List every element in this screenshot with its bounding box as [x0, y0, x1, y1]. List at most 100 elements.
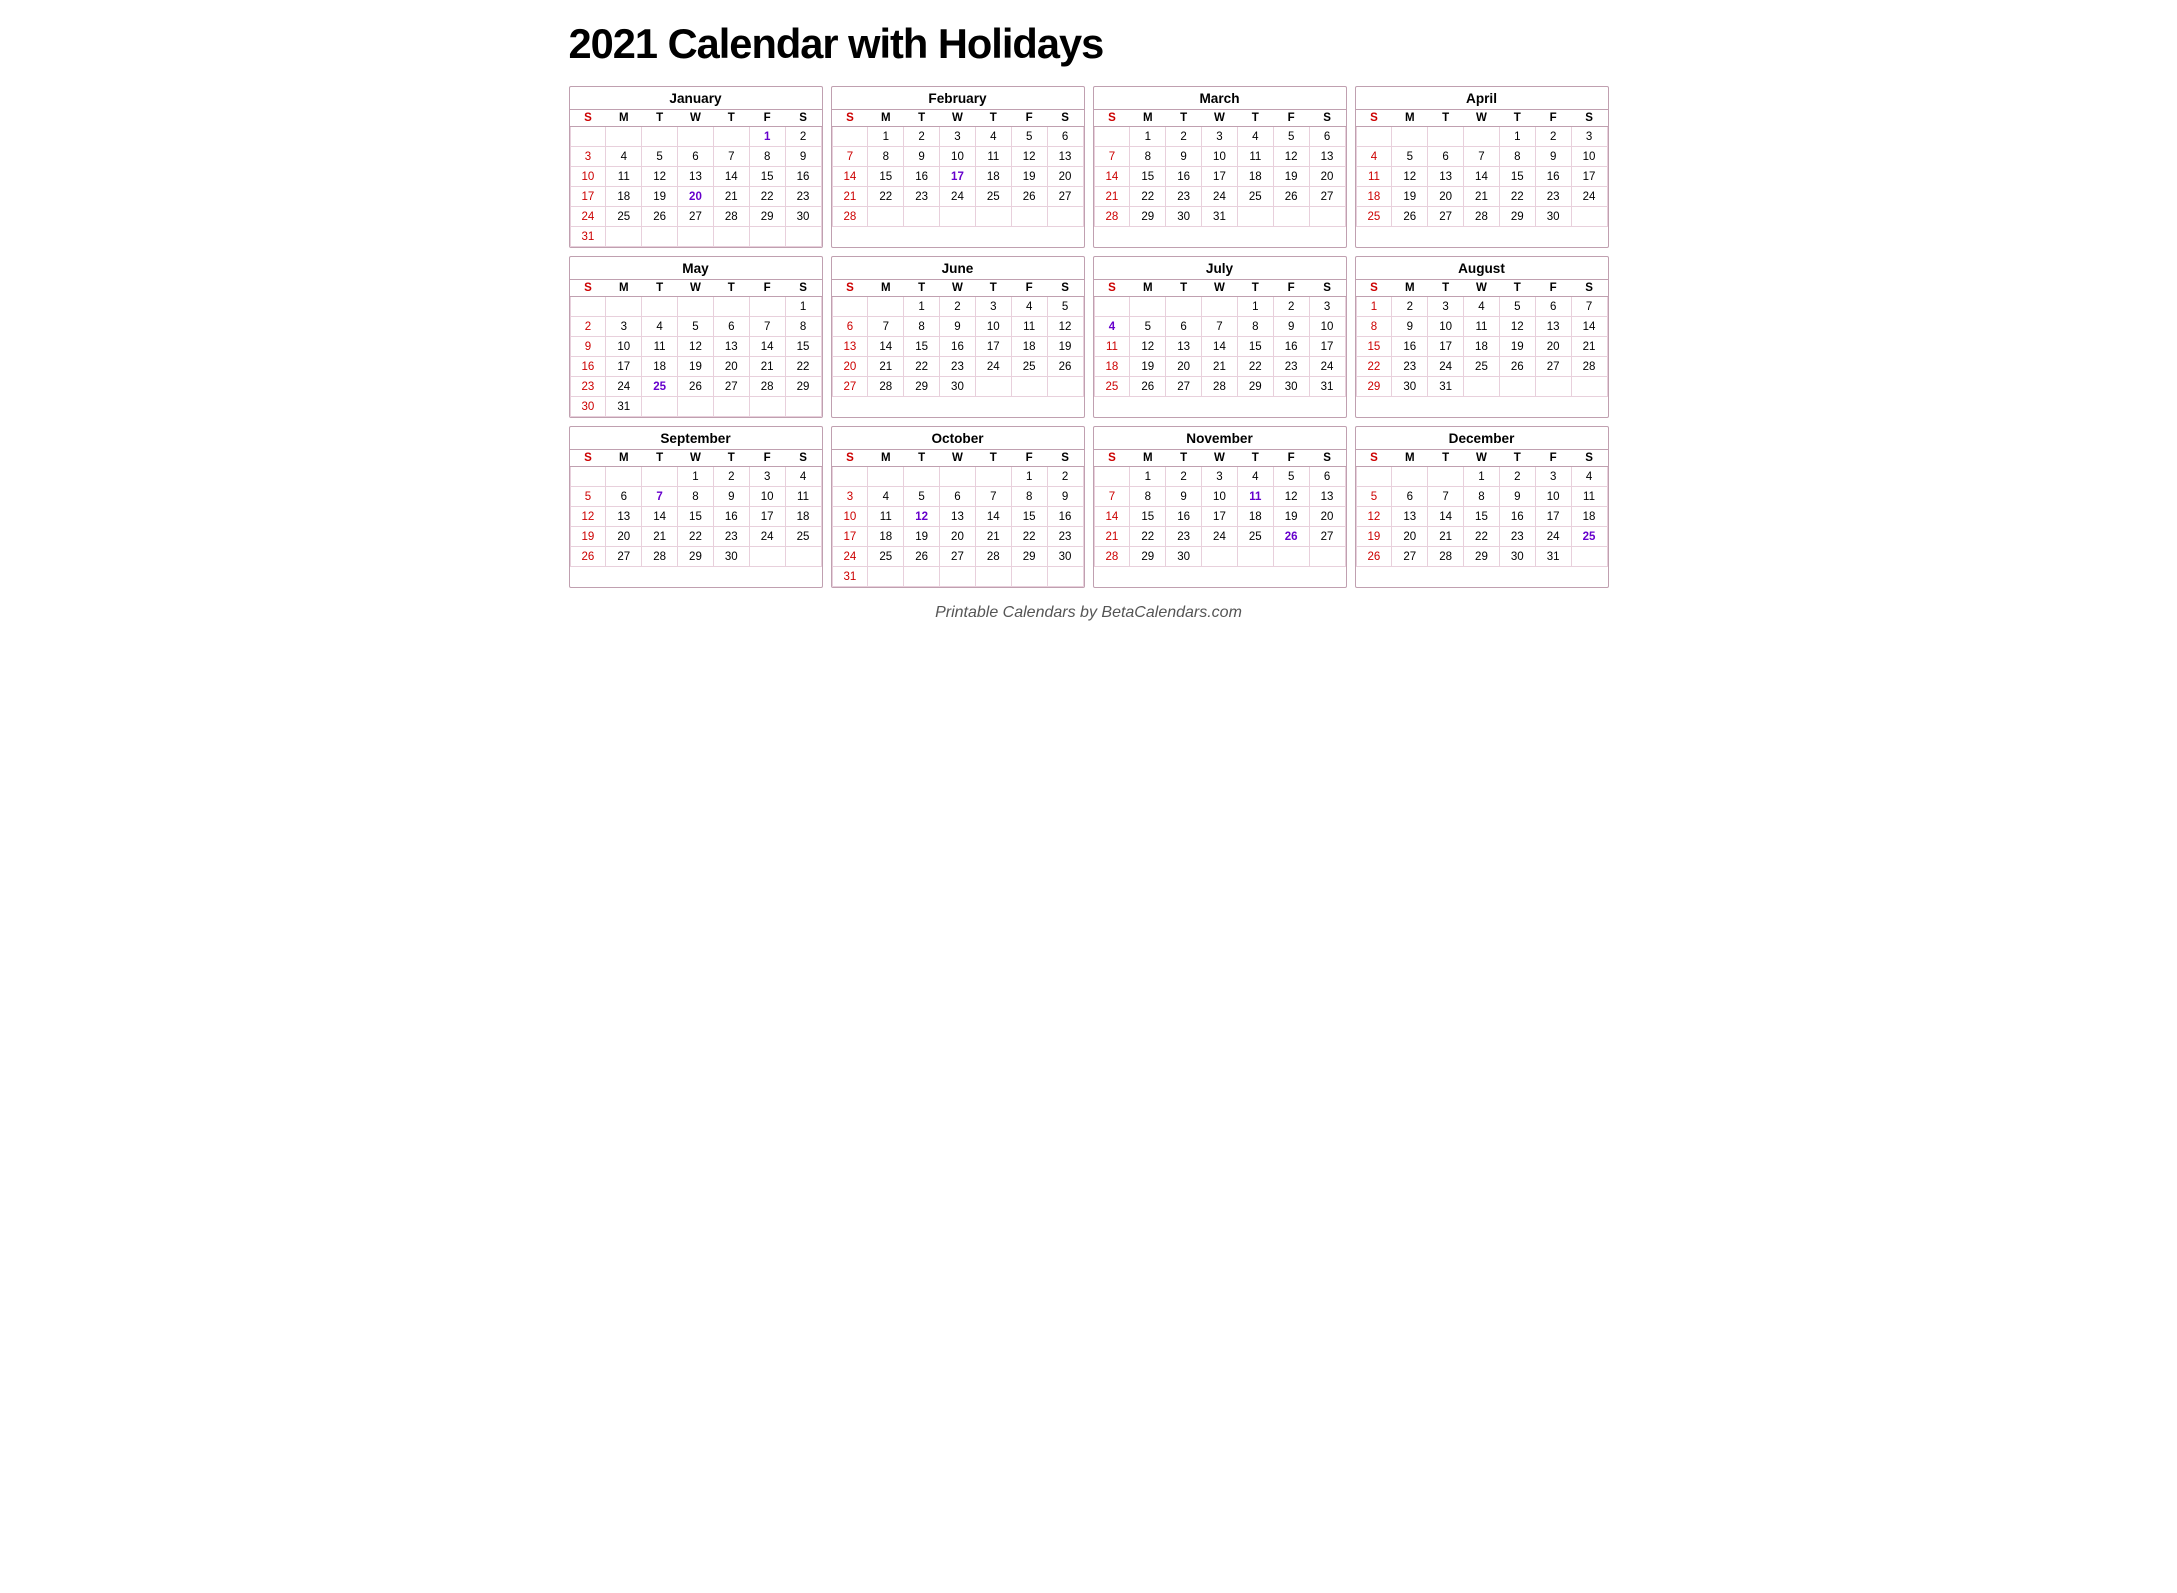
calendar-day: 3 — [1571, 127, 1607, 147]
calendar-day: 18 — [785, 507, 821, 527]
calendar-day: 26 — [1499, 357, 1535, 377]
calendar-day: 23 — [1392, 357, 1428, 377]
calendar-day: 8 — [904, 317, 940, 337]
day-header: S — [832, 110, 868, 127]
calendar-day: 28 — [832, 207, 868, 227]
calendar-day — [713, 297, 749, 317]
calendar-day — [975, 467, 1011, 487]
day-header: S — [1571, 280, 1607, 297]
calendar-day: 10 — [1428, 317, 1464, 337]
month-table: SMTWTFS123456789101112131415161718192021… — [570, 450, 822, 567]
calendar-day: 25 — [868, 547, 904, 567]
calendar-day: 17 — [1309, 337, 1345, 357]
day-header: W — [940, 450, 976, 467]
calendar-day — [749, 297, 785, 317]
month-table: SMTWTFS123456789101112131415161718192021… — [570, 110, 822, 247]
calendar-day: 11 — [1094, 337, 1130, 357]
calendar-day: 4 — [1237, 127, 1273, 147]
day-header: S — [785, 450, 821, 467]
calendar-day — [1428, 467, 1464, 487]
calendar-day: 7 — [749, 317, 785, 337]
calendar-day: 5 — [570, 487, 606, 507]
calendar-day — [642, 397, 678, 417]
day-header: T — [642, 280, 678, 297]
calendar-day: 4 — [642, 317, 678, 337]
month-title: January — [570, 87, 822, 110]
calendar-day: 7 — [1094, 487, 1130, 507]
calendar-day: 23 — [1499, 527, 1535, 547]
day-header: S — [832, 450, 868, 467]
calendar-day: 7 — [868, 317, 904, 337]
month-table: SMTWTFS123456789101112131415161718192021… — [832, 280, 1084, 397]
calendar-day: 11 — [642, 337, 678, 357]
day-header: W — [678, 280, 714, 297]
calendar-day: 12 — [1273, 147, 1309, 167]
calendar-day: 6 — [606, 487, 642, 507]
calendar-day: 18 — [606, 187, 642, 207]
calendar-day: 9 — [904, 147, 940, 167]
calendar-day: 26 — [570, 547, 606, 567]
calendar-day: 10 — [570, 167, 606, 187]
calendar-day — [1094, 127, 1130, 147]
calendar-day: 8 — [749, 147, 785, 167]
calendar-day: 4 — [1011, 297, 1047, 317]
calendar-day: 5 — [1356, 487, 1392, 507]
calendar-day: 1 — [904, 297, 940, 317]
calendar-day: 24 — [1428, 357, 1464, 377]
calendar-day — [940, 567, 976, 587]
calendar-day: 29 — [904, 377, 940, 397]
day-header: F — [1535, 110, 1571, 127]
calendar-day: 24 — [749, 527, 785, 547]
calendar-day: 17 — [570, 187, 606, 207]
calendar-day: 11 — [1464, 317, 1500, 337]
calendar-day: 25 — [1237, 187, 1273, 207]
day-header: S — [1356, 450, 1392, 467]
calendar-day: 7 — [1202, 317, 1238, 337]
calendar-day: 28 — [749, 377, 785, 397]
calendar-day: 31 — [606, 397, 642, 417]
calendar-day: 19 — [1273, 167, 1309, 187]
calendar-day: 2 — [1273, 297, 1309, 317]
calendar-day — [904, 567, 940, 587]
calendar-day: 23 — [570, 377, 606, 397]
calendar-day: 27 — [1535, 357, 1571, 377]
month-title: September — [570, 427, 822, 450]
calendar-day: 13 — [1166, 337, 1202, 357]
calendar-day: 17 — [1202, 507, 1238, 527]
calendar-day: 21 — [975, 527, 1011, 547]
month-block-march: MarchSMTWTFS1234567891011121314151617181… — [1093, 86, 1347, 248]
calendar-day — [1499, 377, 1535, 397]
calendar-day: 23 — [785, 187, 821, 207]
calendar-day — [570, 467, 606, 487]
day-header: W — [1464, 450, 1500, 467]
day-header: S — [785, 280, 821, 297]
calendar-day: 11 — [975, 147, 1011, 167]
day-header: S — [1047, 110, 1083, 127]
calendar-day — [1047, 567, 1083, 587]
calendar-day: 11 — [606, 167, 642, 187]
calendar-day: 2 — [785, 127, 821, 147]
calendar-day: 3 — [940, 127, 976, 147]
calendar-day: 10 — [940, 147, 976, 167]
calendar-day: 1 — [749, 127, 785, 147]
calendar-day: 16 — [904, 167, 940, 187]
calendar-day: 22 — [868, 187, 904, 207]
day-header: F — [1273, 450, 1309, 467]
day-header: F — [749, 110, 785, 127]
calendar-day: 24 — [975, 357, 1011, 377]
calendar-day: 19 — [904, 527, 940, 547]
calendar-day: 17 — [1571, 167, 1607, 187]
calendar-day: 14 — [1464, 167, 1500, 187]
calendar-day: 6 — [832, 317, 868, 337]
month-title: October — [832, 427, 1084, 450]
day-header: T — [1166, 450, 1202, 467]
day-header: W — [940, 110, 976, 127]
month-table: SMTWTFS123456789101112131415161718192021… — [1356, 280, 1608, 397]
day-header: T — [713, 450, 749, 467]
calendar-day: 5 — [1499, 297, 1535, 317]
calendar-day: 20 — [1392, 527, 1428, 547]
calendar-day: 29 — [785, 377, 821, 397]
calendar-day: 24 — [570, 207, 606, 227]
calendar-day: 18 — [975, 167, 1011, 187]
calendar-day — [1571, 377, 1607, 397]
